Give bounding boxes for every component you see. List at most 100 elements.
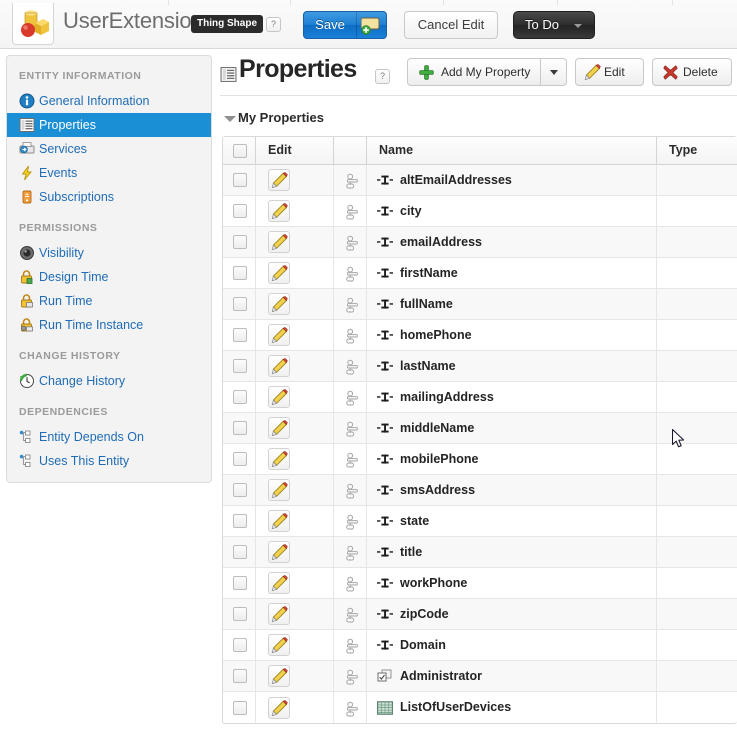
help-button[interactable]: ? xyxy=(266,17,281,32)
binding-icon[interactable] xyxy=(342,668,359,688)
comment-add-icon[interactable] xyxy=(360,16,381,38)
column-header-name[interactable]: Name xyxy=(367,137,657,164)
sidebar-item-services[interactable]: Services xyxy=(7,137,211,161)
binding-icon[interactable] xyxy=(342,327,359,347)
sidebar-item-events[interactable]: Events xyxy=(7,161,211,185)
sidebar-item-general-information[interactable]: General Information xyxy=(7,89,211,113)
binding-icon[interactable] xyxy=(342,451,359,471)
column-header-type[interactable]: Type xyxy=(657,137,737,164)
row-edit-pencil-icon[interactable] xyxy=(268,169,290,191)
table-row[interactable]: smsAddress xyxy=(223,475,737,506)
row-edit-pencil-icon[interactable] xyxy=(268,603,290,625)
table-row[interactable]: homePhone xyxy=(223,320,737,351)
table-row[interactable]: emailAddress xyxy=(223,227,737,258)
binding-icon[interactable] xyxy=(342,544,359,564)
table-row[interactable]: title xyxy=(223,537,737,568)
row-checkbox[interactable] xyxy=(233,514,247,528)
row-edit-pencil-icon[interactable] xyxy=(268,479,290,501)
table-row[interactable]: workPhone xyxy=(223,568,737,599)
binding-icon[interactable] xyxy=(342,389,359,409)
table-row[interactable]: state xyxy=(223,506,737,537)
binding-icon[interactable] xyxy=(342,482,359,502)
row-edit-pencil-icon[interactable] xyxy=(268,231,290,253)
binding-icon[interactable] xyxy=(342,637,359,657)
table-row[interactable]: mobilePhone xyxy=(223,444,737,475)
row-edit-pencil-icon[interactable] xyxy=(268,262,290,284)
binding-icon[interactable] xyxy=(342,420,359,440)
help-button[interactable]: ? xyxy=(375,69,390,84)
row-checkbox[interactable] xyxy=(233,359,247,373)
delete-button[interactable]: Delete xyxy=(652,58,732,86)
row-checkbox[interactable] xyxy=(233,297,247,311)
binding-icon[interactable] xyxy=(342,575,359,595)
sidebar-item-run-time-instance[interactable]: Run Time Instance xyxy=(7,313,211,337)
binding-icon[interactable] xyxy=(342,265,359,285)
table-row[interactable]: zipCode xyxy=(223,599,737,630)
sidebar-item-uses-this-entity[interactable]: Uses This Entity xyxy=(7,449,211,473)
sidebar-item-run-time[interactable]: Run Time xyxy=(7,289,211,313)
sidebar-item-change-history[interactable]: Change History xyxy=(7,369,211,393)
table-row[interactable]: firstName xyxy=(223,258,737,289)
sidebar-item-subscriptions[interactable]: Subscriptions xyxy=(7,185,211,209)
row-edit-pencil-icon[interactable] xyxy=(268,293,290,315)
sidebar-item-entity-depends-on[interactable]: Entity Depends On xyxy=(7,425,211,449)
table-row[interactable]: Administrator xyxy=(223,661,737,692)
binding-icon[interactable] xyxy=(342,513,359,533)
row-edit-pencil-icon[interactable] xyxy=(268,510,290,532)
row-edit-pencil-icon[interactable] xyxy=(268,355,290,377)
row-edit-pencil-icon[interactable] xyxy=(268,665,290,687)
row-checkbox[interactable] xyxy=(233,266,247,280)
binding-icon[interactable] xyxy=(342,172,359,192)
chevron-down-icon[interactable] xyxy=(574,24,582,28)
edit-button[interactable]: Edit xyxy=(575,58,644,86)
sidebar-item-properties[interactable]: Properties xyxy=(7,113,211,137)
binding-icon[interactable] xyxy=(342,234,359,254)
table-row[interactable]: ListOfUserDevices xyxy=(223,692,737,723)
binding-icon[interactable] xyxy=(342,700,359,720)
cancel-edit-button[interactable]: Cancel Edit xyxy=(404,11,498,39)
add-my-property-dropdown-button[interactable] xyxy=(540,58,567,86)
binding-icon[interactable] xyxy=(342,296,359,316)
column-header-edit[interactable]: Edit xyxy=(256,137,334,164)
row-edit-pencil-icon[interactable] xyxy=(268,541,290,563)
select-all-checkbox[interactable] xyxy=(233,143,247,158)
row-edit-pencil-icon[interactable] xyxy=(268,572,290,594)
row-edit-pencil-icon[interactable] xyxy=(268,324,290,346)
table-row[interactable]: Domain xyxy=(223,630,737,661)
save-button[interactable]: Save xyxy=(303,11,387,39)
binding-icon[interactable] xyxy=(342,203,359,223)
binding-icon[interactable] xyxy=(342,606,359,626)
to-do-button[interactable]: To Do xyxy=(513,11,595,39)
row-checkbox[interactable] xyxy=(233,173,247,187)
row-checkbox[interactable] xyxy=(233,669,247,683)
row-checkbox[interactable] xyxy=(233,607,247,621)
sidebar-item-design-time[interactable]: Design Time xyxy=(7,265,211,289)
table-row[interactable]: city xyxy=(223,196,737,227)
add-my-property-button[interactable]: Add My Property xyxy=(407,58,541,86)
row-checkbox[interactable] xyxy=(233,452,247,466)
caret-down-icon[interactable] xyxy=(224,116,236,122)
row-checkbox[interactable] xyxy=(233,638,247,652)
row-checkbox[interactable] xyxy=(233,390,247,404)
row-checkbox[interactable] xyxy=(233,545,247,559)
table-row[interactable]: mailingAddress xyxy=(223,382,737,413)
row-checkbox[interactable] xyxy=(233,483,247,497)
row-checkbox[interactable] xyxy=(233,235,247,249)
row-checkbox[interactable] xyxy=(233,576,247,590)
row-edit-pencil-icon[interactable] xyxy=(268,386,290,408)
row-edit-pencil-icon[interactable] xyxy=(268,417,290,439)
row-edit-pencil-icon[interactable] xyxy=(268,200,290,222)
table-row[interactable]: altEmailAddresses xyxy=(223,165,737,196)
row-edit-pencil-icon[interactable] xyxy=(268,634,290,656)
row-checkbox[interactable] xyxy=(233,204,247,218)
sidebar-item-visibility[interactable]: Visibility xyxy=(7,241,211,265)
row-edit-pencil-icon[interactable] xyxy=(268,448,290,470)
table-row[interactable]: middleName xyxy=(223,413,737,444)
row-checkbox[interactable] xyxy=(233,421,247,435)
table-row[interactable]: lastName xyxy=(223,351,737,382)
row-edit-pencil-icon[interactable] xyxy=(268,696,290,719)
table-row[interactable]: fullName xyxy=(223,289,737,320)
row-checkbox[interactable] xyxy=(233,328,247,342)
binding-icon[interactable] xyxy=(342,358,359,378)
row-checkbox[interactable] xyxy=(233,700,247,715)
